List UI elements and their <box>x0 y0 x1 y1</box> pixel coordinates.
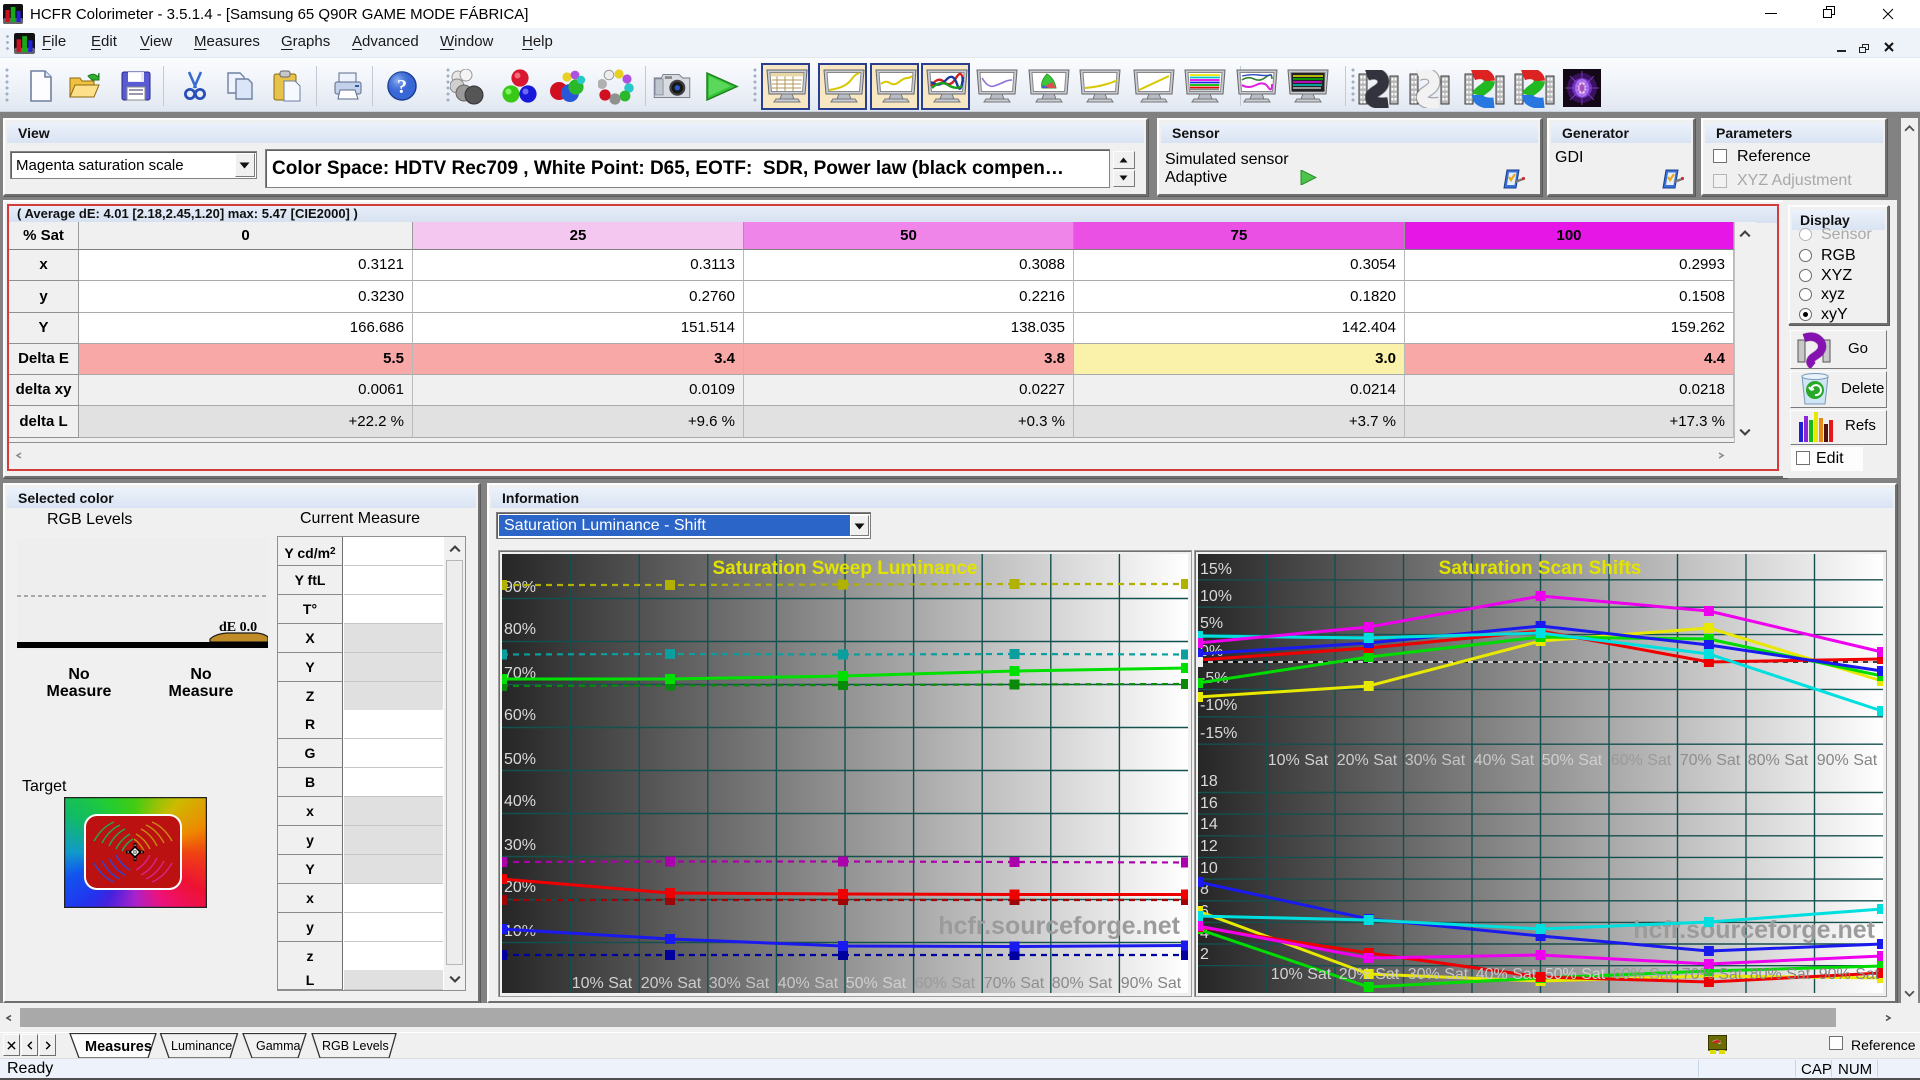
svg-text:50% Sat: 50% Sat <box>1545 966 1606 983</box>
svg-text:15%: 15% <box>1200 561 1232 578</box>
svg-text:20% Sat: 20% Sat <box>641 975 702 992</box>
svg-text:?: ? <box>397 76 407 98</box>
svg-text:14: 14 <box>1200 816 1218 833</box>
svg-text:40% Sat: 40% Sat <box>778 975 839 992</box>
svg-text:60% Sat: 60% Sat <box>1611 752 1672 769</box>
svg-text:90% Sat: 90% Sat <box>1817 752 1878 769</box>
svg-text:5%: 5% <box>1200 615 1223 632</box>
svg-text:90%: 90% <box>504 579 536 596</box>
svg-text:70% Sat: 70% Sat <box>1680 752 1741 769</box>
svg-text:50%: 50% <box>504 751 536 768</box>
svg-text:RGB Levels: RGB Levels <box>322 1039 389 1053</box>
svg-text:18: 18 <box>1200 773 1218 790</box>
svg-text:-15%: -15% <box>1200 725 1237 742</box>
svg-text:Measures: Measures <box>85 1039 152 1055</box>
svg-text:80%: 80% <box>504 621 536 638</box>
svg-text:10% Sat: 10% Sat <box>1271 966 1332 983</box>
svg-text:40%: 40% <box>504 793 536 810</box>
svg-text:60%: 60% <box>504 707 536 724</box>
svg-text:hcfr.sourceforge.net: hcfr.sourceforge.net <box>938 912 1180 940</box>
svg-text:50% Sat: 50% Sat <box>1542 752 1603 769</box>
svg-text:40% Sat: 40% Sat <box>1474 752 1535 769</box>
svg-text:20% Sat: 20% Sat <box>1339 966 1400 983</box>
svg-text:10% Sat: 10% Sat <box>1268 752 1329 769</box>
svg-text:30% Sat: 30% Sat <box>1405 752 1466 769</box>
svg-text:60% Sat: 60% Sat <box>1613 966 1674 983</box>
svg-text:-10%: -10% <box>1200 697 1237 714</box>
svg-text:Saturation Sweep Luminance: Saturation Sweep Luminance <box>713 558 978 579</box>
svg-text:10%: 10% <box>1200 588 1232 605</box>
svg-text:Gamma: Gamma <box>256 1039 301 1053</box>
svg-text:Luminance: Luminance <box>171 1039 232 1053</box>
svg-text:90% Sat: 90% Sat <box>1819 966 1880 983</box>
svg-text:30%: 30% <box>504 837 536 854</box>
svg-text:20% Sat: 20% Sat <box>1337 752 1398 769</box>
svg-text:80% Sat: 80% Sat <box>1750 966 1811 983</box>
svg-text:30% Sat: 30% Sat <box>709 975 770 992</box>
svg-text:70% Sat: 70% Sat <box>1682 966 1743 983</box>
svg-text:10% Sat: 10% Sat <box>572 975 633 992</box>
svg-text:2: 2 <box>1200 946 1209 963</box>
svg-text:90% Sat: 90% Sat <box>1121 975 1182 992</box>
svg-text:30% Sat: 30% Sat <box>1408 966 1469 983</box>
svg-text:80% Sat: 80% Sat <box>1052 975 1113 992</box>
svg-text:80% Sat: 80% Sat <box>1748 752 1809 769</box>
svg-text:40% Sat: 40% Sat <box>1476 966 1537 983</box>
svg-text:12: 12 <box>1200 838 1218 855</box>
svg-text:16: 16 <box>1200 795 1218 812</box>
svg-text:50% Sat: 50% Sat <box>846 975 907 992</box>
svg-text:60% Sat: 60% Sat <box>915 975 976 992</box>
svg-text:hcfr.sourceforge.net: hcfr.sourceforge.net <box>1633 916 1875 944</box>
svg-text:10: 10 <box>1200 860 1218 877</box>
svg-text:Saturation Scan Shifts: Saturation Scan Shifts <box>1439 558 1642 579</box>
svg-text:70% Sat: 70% Sat <box>984 975 1045 992</box>
